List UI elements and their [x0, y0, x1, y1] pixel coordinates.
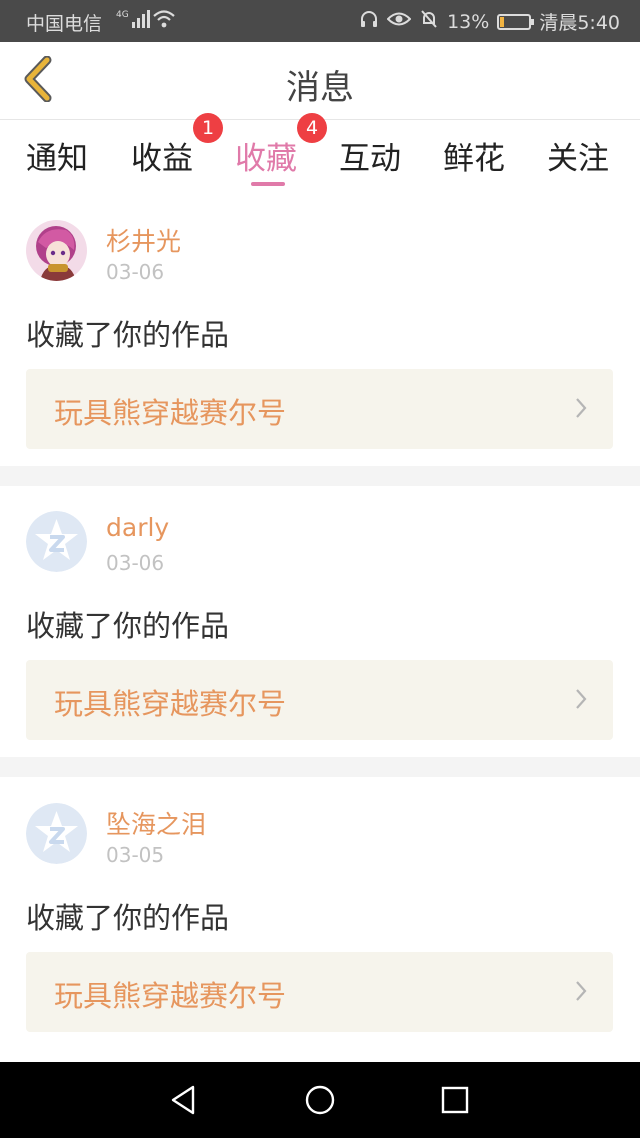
tab-bar: 通知 收益 1 收藏 4 互动 鲜花 关注: [0, 113, 640, 201]
work-link-card[interactable]: 玩具熊穿越赛尔号: [26, 369, 613, 449]
back-triangle-icon: [169, 1084, 197, 1120]
tab-follows[interactable]: 关注: [547, 133, 609, 178]
tab-earnings[interactable]: 收益 1: [131, 113, 223, 178]
tab-label: 互动: [339, 141, 401, 177]
tab-interactions[interactable]: 互动: [339, 133, 401, 178]
tab-label: 鲜花: [443, 141, 505, 177]
message-date: 03-06: [106, 260, 165, 284]
chevron-right-icon: [575, 397, 587, 423]
tab-notifications[interactable]: 通知: [26, 133, 88, 178]
work-link-card[interactable]: 玩具熊穿越赛尔号: [26, 952, 613, 1032]
message-date: 03-06: [106, 551, 165, 575]
work-title: 玩具熊穿越赛尔号: [54, 396, 287, 430]
network-type-label: 4G: [116, 10, 129, 20]
avatar[interactable]: [26, 511, 87, 572]
work-link-card[interactable]: 玩具熊穿越赛尔号: [26, 660, 613, 740]
tab-label: 收益: [131, 141, 193, 177]
message-item: 杉井光 03-06 收藏了你的作品 玩具熊穿越赛尔号: [0, 220, 640, 466]
headphones-icon: [359, 9, 379, 34]
clock: 清晨5:40: [539, 12, 620, 34]
work-title: 玩具熊穿越赛尔号: [54, 979, 287, 1013]
nav-home-button[interactable]: [300, 1082, 340, 1122]
message-text: 收藏了你的作品: [26, 318, 230, 352]
message-item: darly 03-06 收藏了你的作品 玩具熊穿越赛尔号: [0, 511, 640, 757]
avatar[interactable]: [26, 220, 87, 281]
home-circle-icon: [304, 1084, 336, 1120]
chevron-right-icon: [575, 688, 587, 714]
carrier-label: 中国电信: [26, 13, 103, 35]
divider: [0, 466, 640, 486]
tab-label: 收藏: [235, 141, 297, 177]
tab-flowers[interactable]: 鲜花: [443, 133, 505, 178]
status-bar: 中国电信 4G 13% 清晨5:40: [0, 0, 640, 42]
mute-bell-icon: [419, 9, 439, 34]
wifi-icon: [152, 9, 176, 34]
header: 消息: [0, 42, 640, 120]
tab-label: 关注: [547, 141, 609, 177]
signal-icon: 4G: [116, 10, 150, 28]
message-text: 收藏了你的作品: [26, 901, 230, 935]
avatar[interactable]: [26, 803, 87, 864]
work-title: 玩具熊穿越赛尔号: [54, 687, 287, 721]
chevron-right-icon: [575, 980, 587, 1006]
tab-label: 通知: [26, 141, 88, 177]
unread-badge: 1: [193, 113, 223, 143]
username[interactable]: 坠海之泪: [106, 805, 206, 841]
battery-icon: [497, 13, 535, 30]
username[interactable]: 杉井光: [106, 222, 181, 258]
tab-favorites[interactable]: 收藏 4: [235, 113, 327, 178]
divider: [0, 757, 640, 777]
recents-square-icon: [440, 1085, 470, 1119]
unread-badge: 4: [297, 113, 327, 143]
message-date: 03-05: [106, 843, 165, 867]
username[interactable]: darly: [106, 513, 169, 542]
message-item: 坠海之泪 03-05 收藏了你的作品 玩具熊穿越赛尔号: [0, 803, 640, 1062]
eye-icon: [386, 10, 412, 33]
page-title: 消息: [286, 68, 354, 108]
battery-percent: 13%: [447, 10, 490, 33]
active-tab-indicator: [251, 182, 285, 186]
nav-recents-button[interactable]: [435, 1082, 475, 1122]
system-nav-bar: [0, 1062, 640, 1138]
nav-back-button[interactable]: [163, 1082, 203, 1122]
message-text: 收藏了你的作品: [26, 609, 230, 643]
